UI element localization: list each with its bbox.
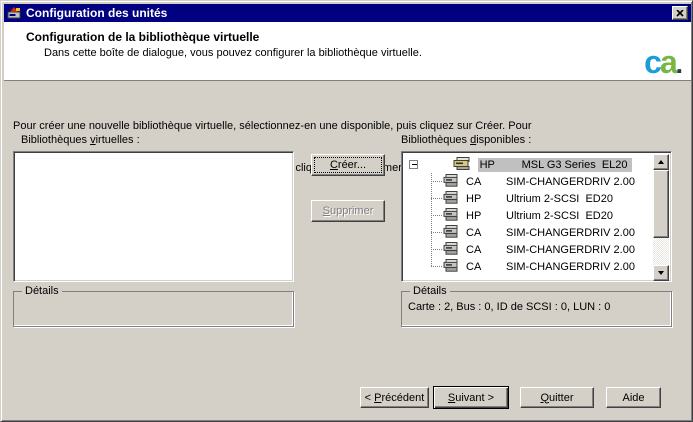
scrollbar-thumb[interactable] xyxy=(653,170,669,238)
virtual-libraries-label: Bibliothèques virtuelles : xyxy=(21,134,140,146)
tree-branch xyxy=(431,215,443,216)
tree-branch xyxy=(431,181,443,182)
device-vendor: CA xyxy=(466,227,506,239)
window-title: Configuration des unités xyxy=(26,6,167,20)
device-vendor: HP xyxy=(466,210,506,222)
virtual-details-group: Détails xyxy=(13,291,294,327)
tree-root-library[interactable]: HPMSL G3 Series EL20 xyxy=(404,156,653,173)
quit-button[interactable]: Quitter xyxy=(520,387,594,408)
drive-icon xyxy=(443,259,460,275)
collapse-icon[interactable] xyxy=(409,160,418,169)
details-group-label: Détails xyxy=(410,285,450,297)
drive-icon xyxy=(443,208,460,224)
device-model: SIM-CHANGERDRIV 2.00 xyxy=(506,244,635,256)
device-vendor: CA xyxy=(466,244,506,256)
device-vendor: CA xyxy=(466,261,506,273)
tree-root-label: HPMSL G3 Series EL20 xyxy=(478,158,632,172)
scroll-down-button[interactable] xyxy=(653,265,669,281)
tree-branch xyxy=(431,249,443,250)
tree-device-row[interactable]: HP Ultrium 2-SCSI ED20 xyxy=(404,207,653,224)
device-model: SIM-CHANGERDRIV 2.00 xyxy=(506,261,635,273)
delete-button[interactable]: Supprimer xyxy=(311,200,385,222)
virtual-libraries-listbox[interactable] xyxy=(13,151,294,282)
device-model: SIM-CHANGERDRIV 2.00 xyxy=(506,227,635,239)
previous-button[interactable]: < Précédent xyxy=(360,387,429,408)
device-model: Ultrium 2-SCSI ED20 xyxy=(506,210,613,222)
available-details-group: Détails Carte : 2, Bus : 0, ID de SCSI :… xyxy=(401,291,672,327)
available-libraries-tree[interactable]: HPMSL G3 Series EL20 CA SIM-CHANGERDRIV … xyxy=(401,151,672,282)
page-title: Configuration de la bibliothèque virtuel… xyxy=(26,30,259,44)
next-button[interactable]: Suivant > xyxy=(433,386,509,409)
scroll-up-button[interactable] xyxy=(653,154,669,170)
device-vendor: CA xyxy=(466,176,506,188)
drive-icon xyxy=(443,191,460,207)
device-model: SIM-CHANGERDRIV 2.00 xyxy=(506,176,635,188)
drive-icon xyxy=(443,225,460,241)
create-button[interactable]: Créer... xyxy=(311,154,385,176)
device-configuration-dialog: Configuration des unités Configuration d… xyxy=(0,0,693,422)
tree-branch xyxy=(431,266,443,267)
close-button[interactable] xyxy=(672,6,688,20)
instructions-line: Pour créer une nouvelle bibliothèque vir… xyxy=(13,119,554,133)
drive-icon xyxy=(443,242,460,258)
title-bar: Configuration des unités xyxy=(4,4,691,22)
available-libraries-label: Bibliothèques disponibles : xyxy=(401,134,531,146)
app-icon xyxy=(7,5,22,22)
close-icon xyxy=(676,10,684,17)
device-model: Ultrium 2-SCSI ED20 xyxy=(506,193,613,205)
wizard-header: Configuration de la bibliothèque virtuel… xyxy=(4,22,691,81)
tree-device-row[interactable]: HP Ultrium 2-SCSI ED20 xyxy=(404,190,653,207)
tree-branch xyxy=(431,232,443,233)
tree-content: HPMSL G3 Series EL20 CA SIM-CHANGERDRIV … xyxy=(404,154,653,279)
tree-device-row[interactable]: CA SIM-CHANGERDRIV 2.00 xyxy=(404,241,653,258)
tree-connector-line xyxy=(431,173,432,267)
arrow-up-icon xyxy=(658,160,664,164)
device-vendor: HP xyxy=(466,193,506,205)
details-group-label: Détails xyxy=(22,285,62,297)
page-subtitle: Dans cette boîte de dialogue, vous pouve… xyxy=(44,47,422,59)
arrow-down-icon xyxy=(658,271,664,275)
tree-device-row[interactable]: CA SIM-CHANGERDRIV 2.00 xyxy=(404,224,653,241)
ca-logo: ca. xyxy=(644,44,681,82)
help-button[interactable]: Aide xyxy=(606,387,661,408)
scsi-details-text: Carte : 2, Bus : 0, ID de SCSI : 0, LUN … xyxy=(408,301,610,313)
drive-icon xyxy=(443,174,460,190)
tree-device-row[interactable]: CA SIM-CHANGERDRIV 2.00 xyxy=(404,258,653,275)
tree-scrollbar[interactable] xyxy=(653,154,669,281)
tree-branch xyxy=(431,198,443,199)
